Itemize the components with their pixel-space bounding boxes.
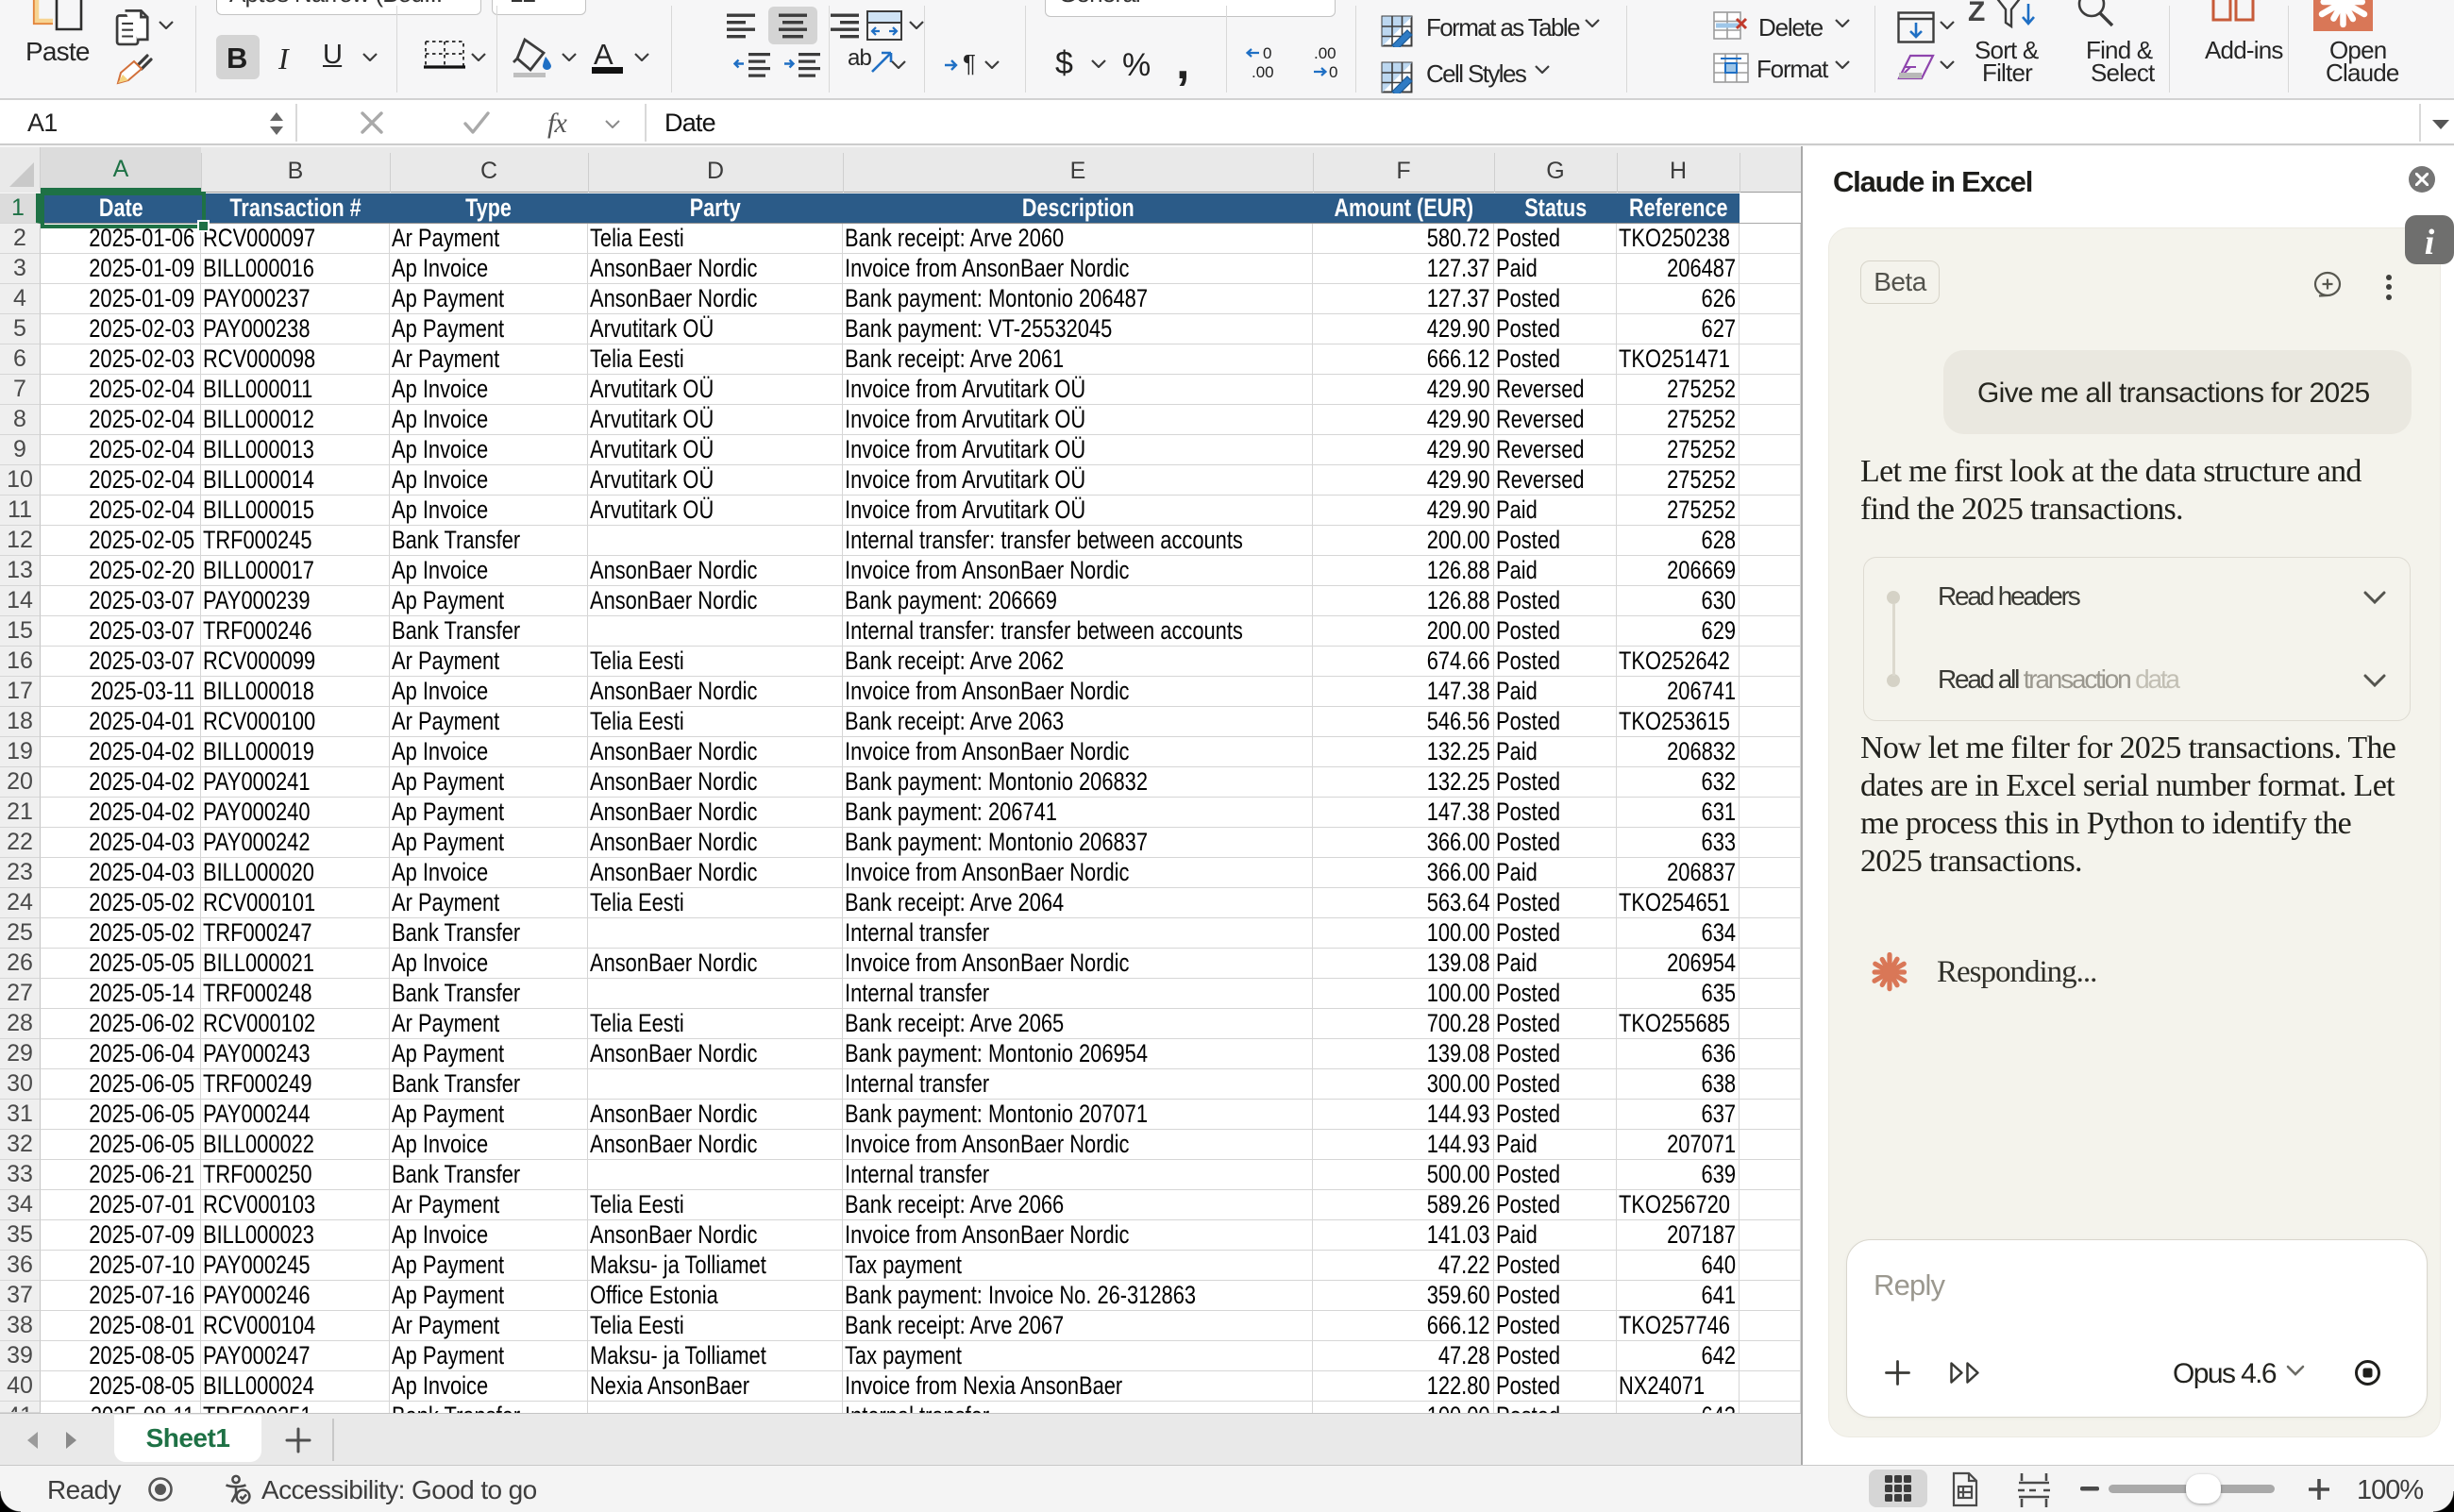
svg-text:0: 0: [1329, 63, 1337, 81]
svg-text:.00: .00: [1252, 63, 1274, 81]
svg-text:0: 0: [1263, 45, 1271, 62]
svg-text:.00: .00: [1314, 45, 1336, 62]
